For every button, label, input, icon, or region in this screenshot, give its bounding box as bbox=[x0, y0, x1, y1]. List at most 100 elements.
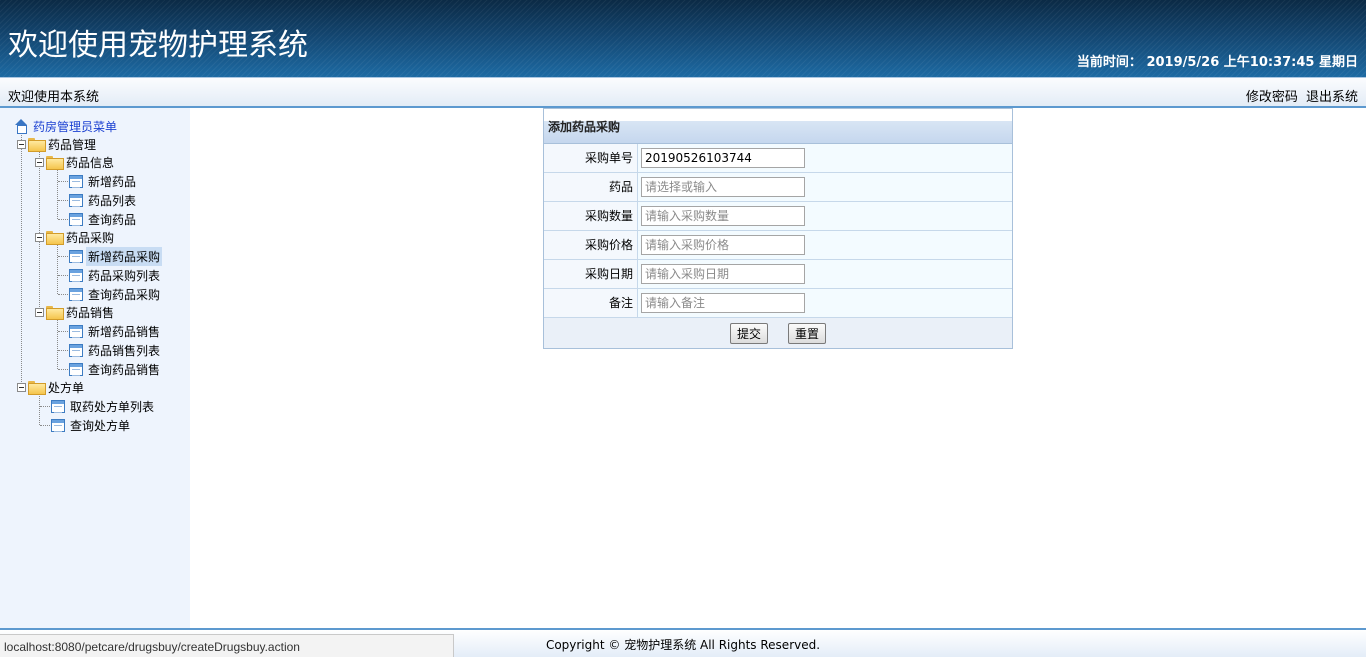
tree-line bbox=[21, 132, 22, 388]
submit-button[interactable]: 提交 bbox=[729, 322, 768, 344]
sidebar-item-add-drug-purchase[interactable]: 新增药品采购 bbox=[69, 246, 163, 266]
sidebar-item-label: 新增药品 bbox=[88, 174, 137, 189]
field-cell bbox=[638, 144, 1012, 172]
sidebar-item-prescription[interactable]: 处方单 bbox=[17, 378, 86, 396]
sidebar-item-drug-sale-list[interactable]: 药品销售列表 bbox=[69, 341, 162, 359]
current-time: 当前时间： 2019/5/26 上午10:37:45 星期日 bbox=[1077, 51, 1358, 70]
form-row-date: 采购日期 bbox=[544, 260, 1012, 289]
field-cell bbox=[638, 202, 1012, 230]
page-icon bbox=[69, 212, 83, 226]
sidebar-item-label: 查询药品 bbox=[88, 212, 137, 227]
page-icon bbox=[51, 399, 65, 413]
form-row-remark: 备注 bbox=[544, 289, 1012, 318]
collapse-toggle-icon[interactable] bbox=[35, 232, 44, 242]
page-icon bbox=[69, 249, 83, 263]
sidebar-root-label: 药房管理员菜单 bbox=[33, 119, 118, 134]
sidebar-item-label: 取药处方单列表 bbox=[70, 399, 155, 414]
browser-status-url: localhost:8080/petcare/drugsbuy/createDr… bbox=[0, 634, 454, 657]
sidebar-item-drug-purchase[interactable]: 药品采购 bbox=[35, 228, 116, 246]
folder-icon bbox=[28, 138, 46, 152]
sidebar-item-query-prescription[interactable]: 查询处方单 bbox=[51, 416, 132, 434]
sidebar-root[interactable]: 药房管理员菜单 bbox=[13, 117, 119, 135]
page-icon bbox=[69, 287, 83, 301]
folder-icon bbox=[46, 306, 64, 320]
sidebar-item-add-drug-sale[interactable]: 新增药品销售 bbox=[69, 322, 162, 340]
collapse-toggle-icon[interactable] bbox=[35, 157, 44, 167]
tree-line bbox=[57, 169, 58, 219]
account-links: 修改密码 退出系统 bbox=[1242, 86, 1358, 105]
sidebar-item-drug-purchase-list[interactable]: 药品采购列表 bbox=[69, 266, 162, 284]
sidebar-item-label: 药品信息 bbox=[66, 155, 115, 170]
sidebar-item-query-drug[interactable]: 查询药品 bbox=[69, 210, 138, 228]
field-label: 采购单号 bbox=[544, 144, 638, 172]
tree-line bbox=[57, 319, 58, 369]
sidebar-item-prescription-list[interactable]: 取药处方单列表 bbox=[51, 397, 156, 415]
purchase-date-input[interactable] bbox=[641, 264, 805, 284]
field-label: 采购日期 bbox=[544, 260, 638, 288]
price-input[interactable] bbox=[641, 235, 805, 255]
sidebar-item-label: 药品管理 bbox=[48, 137, 97, 152]
page-icon bbox=[69, 174, 83, 188]
collapse-toggle-icon[interactable] bbox=[17, 382, 26, 392]
field-cell bbox=[638, 231, 1012, 259]
folder-icon bbox=[46, 156, 64, 170]
remark-input[interactable] bbox=[641, 293, 805, 313]
current-time-value: 2019/5/26 上午10:37:45 星期日 bbox=[1146, 55, 1358, 70]
field-label: 采购价格 bbox=[544, 231, 638, 259]
sidebar-item-label: 药品销售 bbox=[66, 305, 115, 320]
field-label: 药品 bbox=[544, 173, 638, 201]
sidebar-item-query-drug-purchase[interactable]: 查询药品采购 bbox=[69, 285, 162, 303]
tree-line bbox=[57, 244, 58, 294]
form-row-purchase-number: 采购单号 bbox=[544, 144, 1012, 173]
sidebar-menu-tree: 药房管理员菜单 药品管理 药品信息 新增药品 药品列表 查询药品 药品采购 新增… bbox=[0, 108, 190, 628]
home-icon bbox=[13, 119, 29, 134]
field-label: 备注 bbox=[544, 289, 638, 317]
sidebar-item-add-drug[interactable]: 新增药品 bbox=[69, 172, 138, 190]
folder-icon bbox=[46, 231, 64, 245]
collapse-toggle-icon[interactable] bbox=[35, 307, 44, 317]
purchase-number-input[interactable] bbox=[641, 148, 805, 168]
sidebar-item-label: 药品采购 bbox=[66, 230, 115, 245]
sidebar-item-label: 药品列表 bbox=[88, 193, 137, 208]
field-cell bbox=[638, 173, 1012, 201]
header-banner: 欢迎使用宠物护理系统 当前时间： 2019/5/26 上午10:37:45 星期… bbox=[0, 0, 1366, 77]
folder-icon bbox=[28, 381, 46, 395]
form-row-price: 采购价格 bbox=[544, 231, 1012, 260]
sidebar-item-label: 药品销售列表 bbox=[88, 343, 161, 358]
form-title: 添加药品采购 bbox=[544, 109, 1012, 144]
current-time-label: 当前时间： bbox=[1076, 55, 1142, 70]
sidebar-item-query-drug-sale[interactable]: 查询药品销售 bbox=[69, 360, 162, 378]
field-cell bbox=[638, 289, 1012, 317]
sidebar-item-label: 查询药品采购 bbox=[88, 287, 161, 302]
field-cell bbox=[638, 260, 1012, 288]
reset-button[interactable]: 重置 bbox=[788, 322, 827, 344]
sidebar-item-label: 新增药品销售 bbox=[88, 324, 161, 339]
sub-bar: 欢迎使用本系统 修改密码 退出系统 bbox=[0, 77, 1366, 108]
app-title: 欢迎使用宠物护理系统 bbox=[8, 28, 308, 63]
page-icon bbox=[69, 343, 83, 357]
tree-line bbox=[39, 394, 40, 425]
sidebar-item-label: 查询处方单 bbox=[70, 418, 131, 433]
sidebar-item-label: 处方单 bbox=[48, 380, 85, 395]
collapse-toggle-icon[interactable] bbox=[17, 139, 26, 149]
sidebar-item-drug-list[interactable]: 药品列表 bbox=[69, 191, 138, 209]
page-icon bbox=[69, 362, 83, 376]
page-icon bbox=[69, 324, 83, 338]
field-label: 采购数量 bbox=[544, 202, 638, 230]
sidebar-item-label: 新增药品采购 bbox=[86, 246, 163, 266]
page-icon bbox=[51, 418, 65, 432]
welcome-text: 欢迎使用本系统 bbox=[8, 90, 100, 105]
drug-input[interactable] bbox=[641, 177, 805, 197]
sidebar-item-drug-info[interactable]: 药品信息 bbox=[35, 153, 116, 171]
page-icon bbox=[69, 193, 83, 207]
form-row-drug: 药品 bbox=[544, 173, 1012, 202]
change-password-link[interactable]: 修改密码 bbox=[1246, 90, 1298, 105]
sidebar-item-label: 查询药品销售 bbox=[88, 362, 161, 377]
sidebar-item-drug-sales[interactable]: 药品销售 bbox=[35, 303, 116, 321]
sidebar-item-drug-management[interactable]: 药品管理 bbox=[17, 135, 98, 153]
logout-link[interactable]: 退出系统 bbox=[1306, 90, 1358, 105]
quantity-input[interactable] bbox=[641, 206, 805, 226]
page-icon bbox=[69, 268, 83, 282]
sidebar-item-label: 药品采购列表 bbox=[88, 268, 161, 283]
form-actions: 提交 重置 bbox=[544, 318, 1012, 348]
